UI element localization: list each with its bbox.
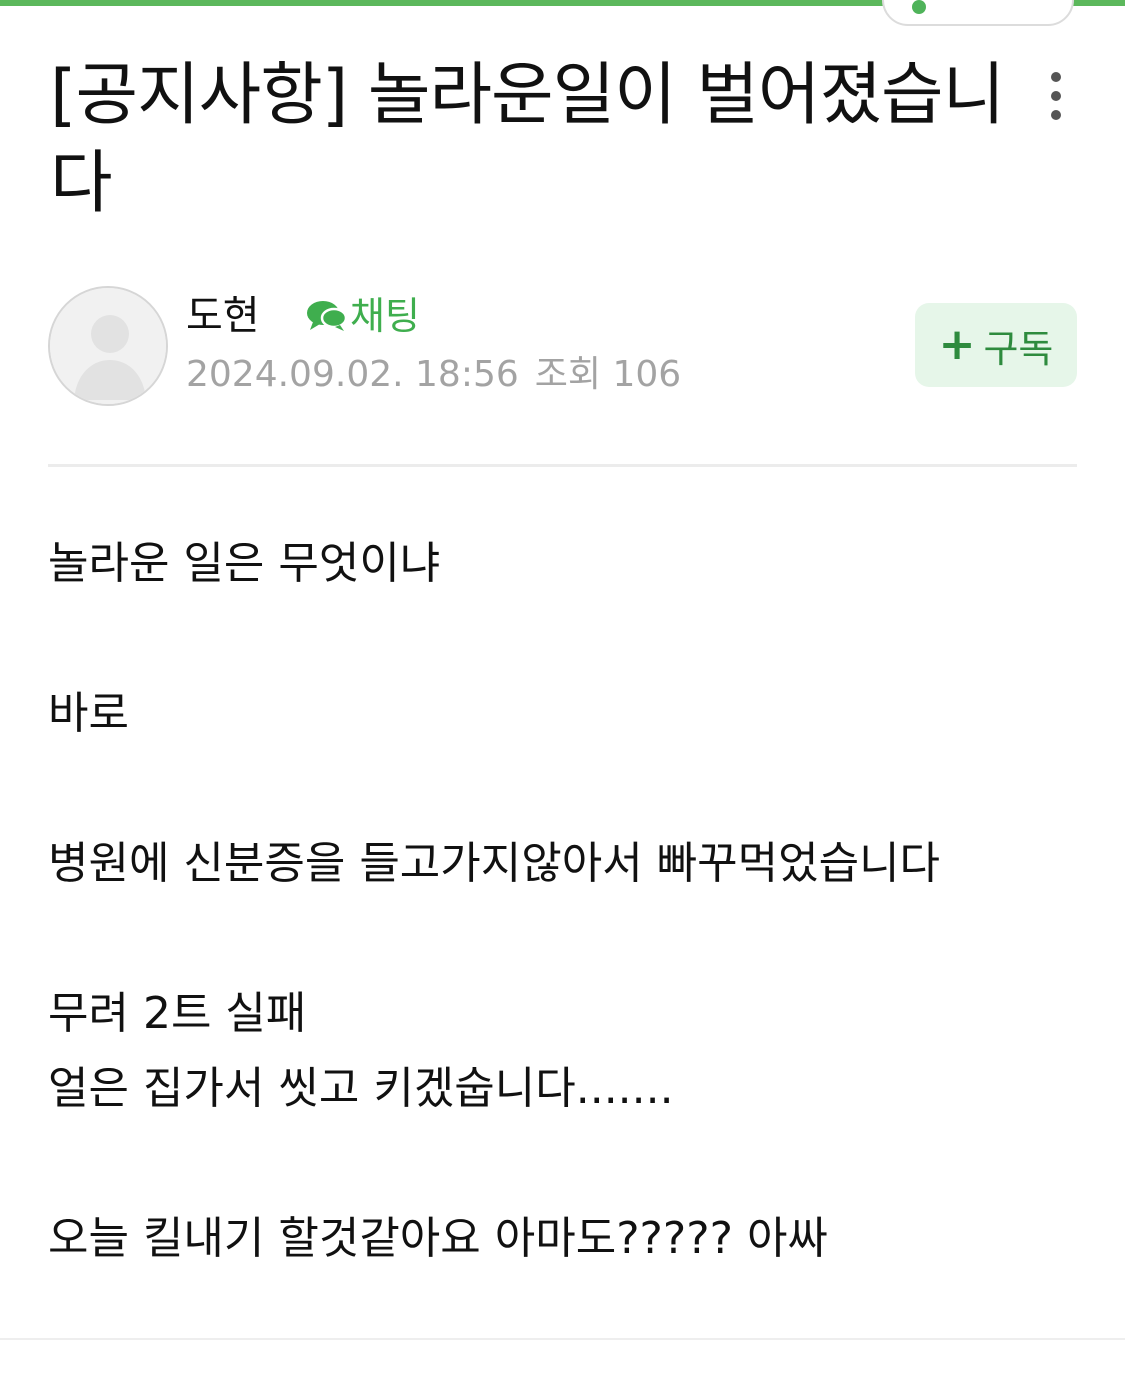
post-body-line: 놀라운 일은 무엇이냐 (48, 538, 441, 589)
chat-bubbles-icon (307, 301, 348, 331)
post-body-line: 바로 (48, 688, 129, 739)
post-body-line: 병원에 신분증을 들고가지않아서 빠꾸먹었습니다 (48, 838, 941, 889)
post-body-line: 오늘 킬내기 할것같아요 아마도????? 아싸 (48, 1213, 828, 1264)
subscribe-label: 구독 (983, 326, 1054, 371)
avatar[interactable] (48, 286, 168, 406)
chat-label: 채팅 (350, 294, 420, 338)
top-toolbar-pill[interactable] (882, 0, 1074, 26)
post-title: [공지사항] 놀라운일이 벌어졌습니다 (50, 56, 1005, 223)
more-vertical-icon-dot (1051, 110, 1061, 120)
plus-icon: + (938, 319, 976, 370)
status-dot-icon (912, 0, 926, 14)
more-vertical-icon-dot (1051, 91, 1061, 101)
header-divider (48, 464, 1077, 467)
more-vertical-icon (1051, 72, 1061, 82)
post-date: 2024.09.02. 18:56 (186, 354, 519, 395)
more-options-button[interactable] (1036, 68, 1076, 124)
view-count: 조회 106 (534, 354, 682, 395)
post-body-line: 무려 2트 실패 (48, 988, 307, 1039)
post-meta: 2024.09.02. 18:56 조회 106 (186, 350, 681, 400)
default-avatar-icon (50, 288, 166, 404)
author-name[interactable]: 도현 (186, 290, 260, 342)
subscribe-button[interactable]: + 구독 (915, 303, 1077, 387)
chat-button[interactable]: 채팅 (304, 290, 420, 342)
footer-divider (0, 1338, 1125, 1340)
post-body-line: 얼은 집가서 씻고 키겠숩니다....... (48, 1063, 674, 1114)
